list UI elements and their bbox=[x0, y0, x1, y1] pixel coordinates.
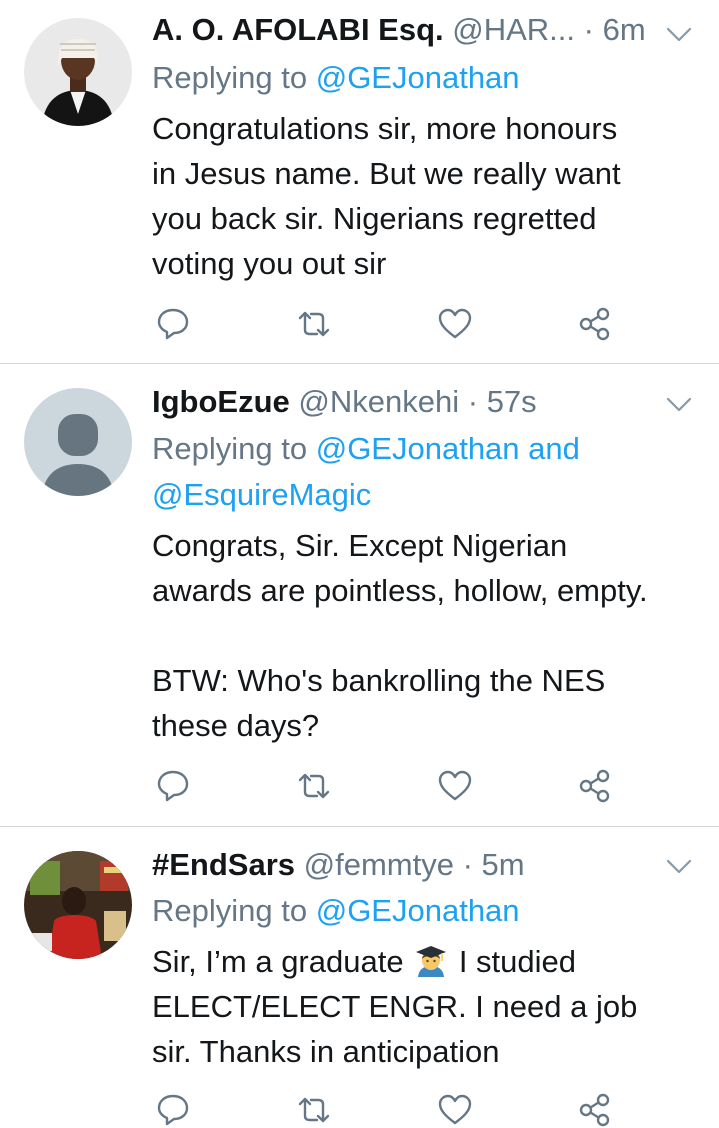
tweet[interactable]: #EndSars @femmtye · 5m Replying to @GEJo… bbox=[0, 827, 719, 1127]
chevron-down-icon[interactable] bbox=[666, 859, 692, 875]
chevron-down-icon[interactable] bbox=[666, 397, 692, 413]
tweet-header: #EndSars @femmtye · 5m bbox=[152, 847, 525, 882]
default-profile-icon bbox=[24, 388, 132, 496]
tweet[interactable]: A. O. AFOLABI Esq. @HAR... · 6m Replying… bbox=[0, 0, 719, 363]
like-button[interactable] bbox=[437, 306, 473, 342]
tweet-header: A. O. AFOLABI Esq. @HAR... · 6m bbox=[152, 12, 646, 47]
replying-to: Replying to @GEJonathan bbox=[152, 893, 520, 928]
reply-icon bbox=[157, 308, 189, 340]
man-graduate-emoji bbox=[416, 946, 447, 977]
replying-to: Replying to @GEJonathan and @EsquireMagi… bbox=[152, 431, 580, 512]
retweet-button[interactable] bbox=[296, 1092, 332, 1128]
tweet-text: Sir, I’m a graduate I studied ELECT/ELEC… bbox=[152, 939, 702, 1074]
reply-icon bbox=[157, 770, 189, 802]
replying-to: Replying to @GEJonathan bbox=[152, 60, 520, 95]
reply-icon bbox=[157, 1094, 189, 1126]
tweet-text-line: Sir, I’m a graduate I studied bbox=[152, 944, 577, 979]
mention-link[interactable]: @GEJonathan bbox=[316, 60, 520, 95]
tweet-text-line: ELECT/ELECT ENGR. I need a job bbox=[152, 989, 638, 1024]
timestamp[interactable]: 5m bbox=[482, 847, 525, 882]
like-icon bbox=[438, 770, 472, 801]
like-icon bbox=[438, 1094, 472, 1125]
tweet-text: Congrats, Sir. Except Nigerian awards ar… bbox=[152, 523, 702, 748]
retweet-button[interactable] bbox=[296, 768, 332, 804]
timestamp[interactable]: 57s bbox=[487, 384, 537, 419]
display-name[interactable]: A. O. AFOLABI Esq. bbox=[152, 12, 444, 47]
tweet-text-line: awards are pointless, hollow, empty. bbox=[152, 573, 648, 608]
chevron-down-icon[interactable] bbox=[666, 27, 692, 43]
share-icon bbox=[579, 769, 610, 803]
mention-link[interactable]: @GEJonathan and bbox=[316, 431, 580, 466]
tweet-text-line: these days? bbox=[152, 708, 320, 743]
display-name[interactable]: #EndSars bbox=[152, 847, 295, 882]
tweet-text-line: Congrats, Sir. Except Nigerian bbox=[152, 528, 568, 563]
timestamp[interactable]: 6m bbox=[603, 12, 646, 47]
share-icon bbox=[579, 307, 610, 341]
tweet-text-line: in Jesus name. But we really want bbox=[152, 156, 621, 191]
mention-link[interactable]: @GEJonathan bbox=[316, 893, 520, 928]
tweet-text-line: BTW: Who's bankrolling the NES bbox=[152, 663, 606, 698]
like-button[interactable] bbox=[437, 768, 473, 804]
tweet-text-line: you back sir. Nigerians regretted bbox=[152, 201, 597, 236]
tweet-text: Congratulations sir, more honours in Jes… bbox=[152, 106, 702, 286]
tweet-text-line: sir. Thanks in anticipation bbox=[152, 1034, 500, 1069]
avatar-photo bbox=[24, 18, 132, 126]
avatar-photo bbox=[24, 851, 132, 959]
tweet-text-line: Congratulations sir, more honours bbox=[152, 111, 618, 146]
share-button[interactable] bbox=[577, 768, 613, 804]
retweet-icon bbox=[298, 773, 330, 799]
share-icon bbox=[579, 1093, 610, 1127]
avatar[interactable] bbox=[24, 18, 132, 126]
avatar[interactable] bbox=[24, 388, 132, 496]
tweet-text-line: voting you out sir bbox=[152, 246, 387, 281]
tweet-header: IgboEzue @Nkenkehi · 57s bbox=[152, 384, 537, 419]
retweet-icon bbox=[298, 1097, 330, 1123]
handle[interactable]: @Nkenkehi bbox=[298, 384, 459, 419]
handle[interactable]: @femmtye bbox=[304, 847, 454, 882]
share-button[interactable] bbox=[577, 1092, 613, 1128]
reply-button[interactable] bbox=[155, 768, 191, 804]
like-icon bbox=[438, 308, 472, 339]
retweet-icon bbox=[298, 311, 330, 337]
reply-button[interactable] bbox=[155, 306, 191, 342]
retweet-button[interactable] bbox=[296, 306, 332, 342]
display-name[interactable]: IgboEzue bbox=[152, 384, 290, 419]
mention-link[interactable]: @EsquireMagic bbox=[152, 477, 371, 512]
like-button[interactable] bbox=[437, 1092, 473, 1128]
tweet[interactable]: IgboEzue @Nkenkehi · 57s Replying to @GE… bbox=[0, 364, 719, 826]
share-button[interactable] bbox=[577, 306, 613, 342]
avatar[interactable] bbox=[24, 851, 132, 959]
handle[interactable]: @HAR... bbox=[452, 12, 575, 47]
reply-button[interactable] bbox=[155, 1092, 191, 1128]
